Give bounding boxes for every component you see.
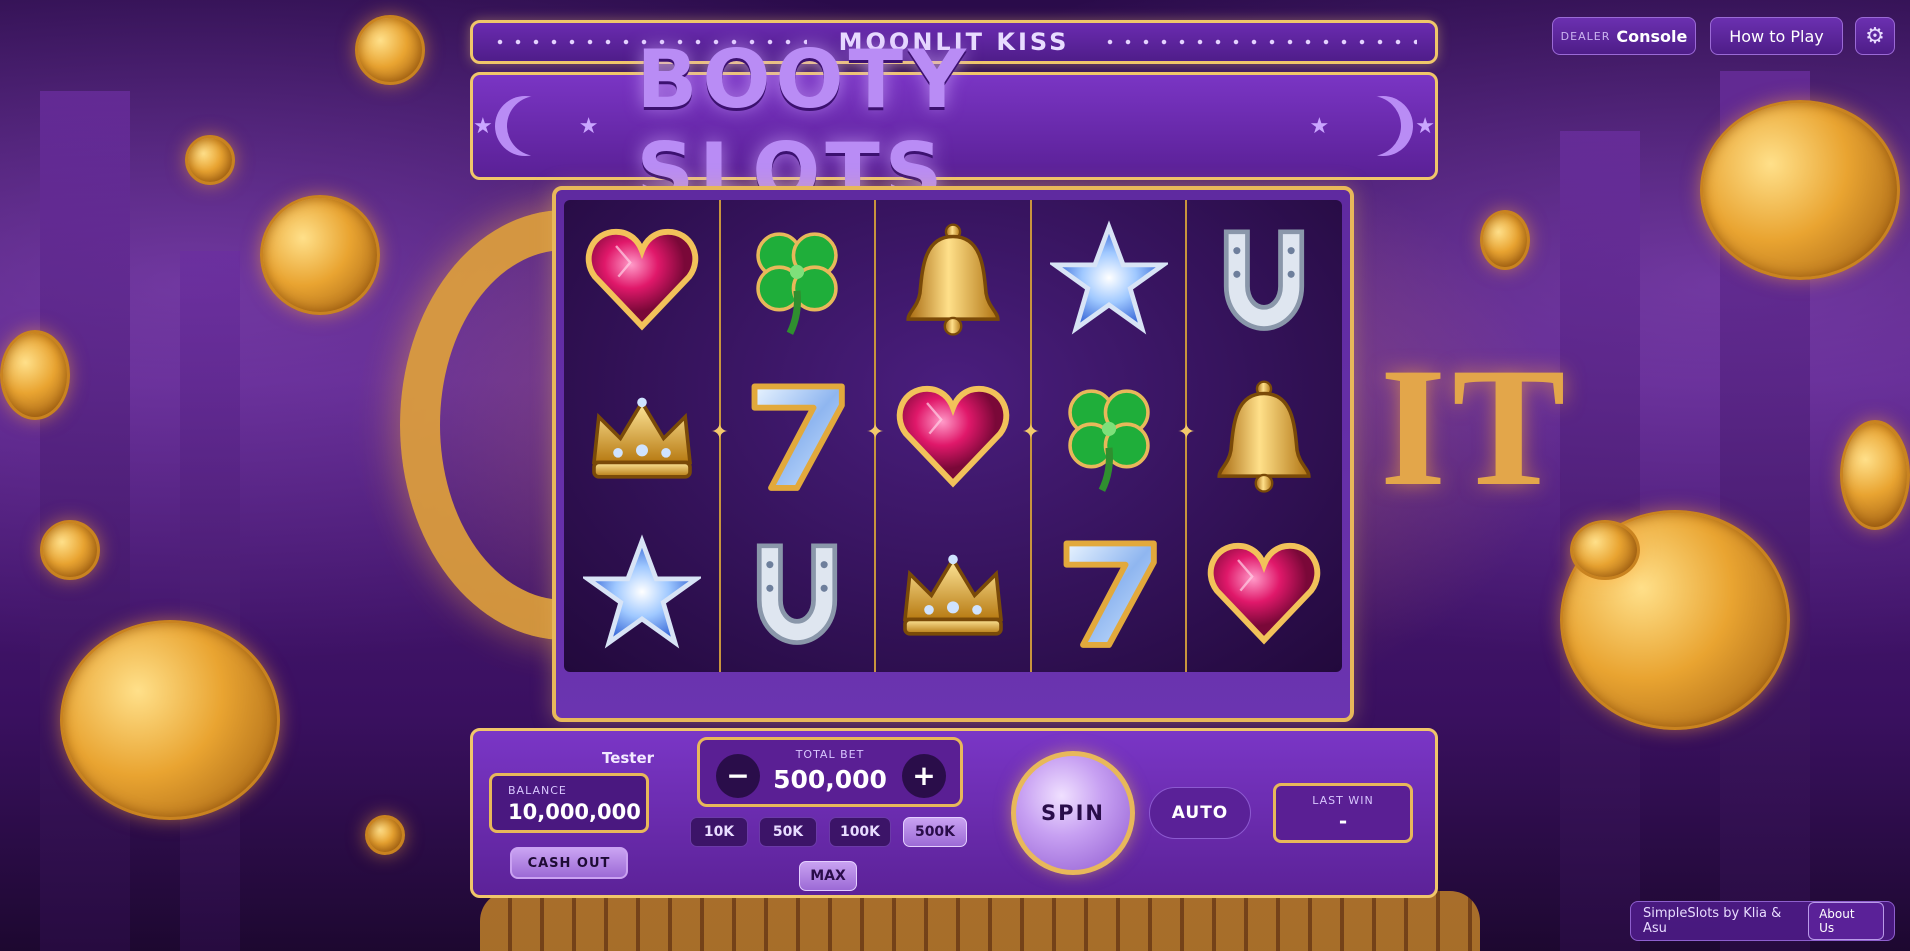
reel-cell xyxy=(1186,515,1342,672)
reel-cell xyxy=(564,515,720,672)
reel-cell xyxy=(1031,515,1187,672)
how-to-play-button[interactable]: How to Play xyxy=(1710,17,1843,55)
coin-decoration xyxy=(260,195,380,315)
star-icon: ★ xyxy=(1309,113,1330,139)
reel-cell xyxy=(1031,200,1187,357)
bet-chip-500k[interactable]: 500K xyxy=(903,817,967,847)
bell-icon xyxy=(893,219,1013,339)
dealer-prefix-label: DEALER xyxy=(1560,29,1611,43)
coin-decoration xyxy=(60,620,280,820)
reel-cell xyxy=(875,200,1031,357)
coin-decoration xyxy=(1570,520,1640,580)
seven-icon xyxy=(737,376,857,496)
reel-cell xyxy=(1186,200,1342,357)
star-icon: ★ xyxy=(578,113,599,139)
coin-decoration xyxy=(1560,510,1790,730)
star-icon xyxy=(1049,219,1169,339)
bet-chip-100k[interactable]: 100K xyxy=(829,817,891,847)
coin-pile-decoration xyxy=(480,891,1480,951)
background-letters: IT xyxy=(1380,333,1572,521)
heart-icon xyxy=(1204,533,1324,653)
star-icon xyxy=(582,533,702,653)
reel-cell xyxy=(720,357,876,514)
moon-icon: ★ ★ xyxy=(473,96,598,156)
clover-icon xyxy=(1049,376,1169,496)
coin-decoration xyxy=(355,15,425,85)
bell-icon xyxy=(1204,376,1324,496)
castle-tower-right xyxy=(1560,131,1640,951)
spin-button[interactable]: SPIN xyxy=(1011,751,1135,875)
footer-credit: SimpleSlots by Klia & Asu xyxy=(1643,906,1782,936)
gear-icon: ⚙ xyxy=(1865,23,1885,49)
sparkle-icon: ✦ xyxy=(865,420,885,445)
balance-label: BALANCE xyxy=(508,784,567,797)
crescent-moon-icon xyxy=(507,96,567,156)
coin-decoration xyxy=(40,520,100,580)
dealer-console-label: Console xyxy=(1616,26,1688,46)
sparkle-icon: ✦ xyxy=(1021,420,1041,445)
castle-tower-left xyxy=(40,91,130,951)
crown-icon xyxy=(893,533,1013,653)
reel-cell xyxy=(720,200,876,357)
last-win-label: LAST WIN xyxy=(1312,794,1374,807)
crescent-moon-icon xyxy=(1341,96,1401,156)
dealer-console-button[interactable]: DEALER Console xyxy=(1552,17,1696,55)
last-win-value: - xyxy=(1338,809,1348,833)
reel-cell xyxy=(875,515,1031,672)
castle-tower-right-2 xyxy=(1720,71,1810,951)
castle-tower-left-2 xyxy=(180,251,240,951)
about-us-button[interactable]: About Us xyxy=(1808,902,1884,940)
logo-banner: ★ ★ BOOTY SLOTS ★ ★ xyxy=(470,33,1438,219)
clover-icon xyxy=(737,219,857,339)
max-bet-button[interactable]: MAX xyxy=(799,861,857,891)
reel-cell xyxy=(564,200,720,357)
crown-icon xyxy=(582,376,702,496)
bet-chip-50k[interactable]: 50K xyxy=(759,817,817,847)
player-name: Tester xyxy=(601,749,655,767)
sparkle-icon: ✦ xyxy=(710,420,729,445)
reel-cell xyxy=(875,357,1031,514)
moon-icon: ★ ★ xyxy=(1310,96,1435,156)
settings-button[interactable]: ⚙ xyxy=(1855,17,1895,55)
coin-decoration xyxy=(1480,210,1530,270)
increase-bet-button[interactable]: + xyxy=(902,754,946,798)
coin-decoration xyxy=(185,135,235,185)
footer-credit-bar: SimpleSlots by Klia & Asu About Us xyxy=(1630,901,1895,941)
control-panel: Tester BALANCE 10,000,000 CASH OUT − TOT… xyxy=(470,728,1438,898)
horseshoe-icon xyxy=(737,533,857,653)
reel-cell xyxy=(1031,357,1187,514)
reel-frame: ✦ ✦ ✦ ✦ xyxy=(552,186,1354,722)
reel-window: ✦ ✦ ✦ ✦ xyxy=(564,200,1342,672)
heart-icon xyxy=(893,376,1013,496)
horseshoe-icon xyxy=(1204,219,1324,339)
coin-decoration xyxy=(365,815,405,855)
coin-decoration xyxy=(1840,420,1910,530)
star-icon: ★ xyxy=(1415,113,1435,139)
sparkle-icon: ✦ xyxy=(1177,420,1196,445)
coin-decoration xyxy=(0,330,70,420)
balance-value: 10,000,000 xyxy=(508,800,641,824)
seven-icon xyxy=(1049,533,1169,653)
coin-decoration xyxy=(1700,100,1900,280)
auto-spin-button[interactable]: AUTO xyxy=(1149,787,1251,839)
balance-display: BALANCE 10,000,000 xyxy=(489,773,649,833)
reel-cell xyxy=(564,357,720,514)
heart-icon xyxy=(582,219,702,339)
bet-chip-10k[interactable]: 10K xyxy=(690,817,748,847)
last-win-display: LAST WIN - xyxy=(1273,783,1413,843)
reel-cell xyxy=(720,515,876,672)
reel-cell xyxy=(1186,357,1342,514)
star-icon: ★ xyxy=(473,113,493,139)
cash-out-button[interactable]: CASH OUT xyxy=(510,847,628,879)
total-bet-display: − TOTAL BET 500,000 + xyxy=(697,737,963,807)
